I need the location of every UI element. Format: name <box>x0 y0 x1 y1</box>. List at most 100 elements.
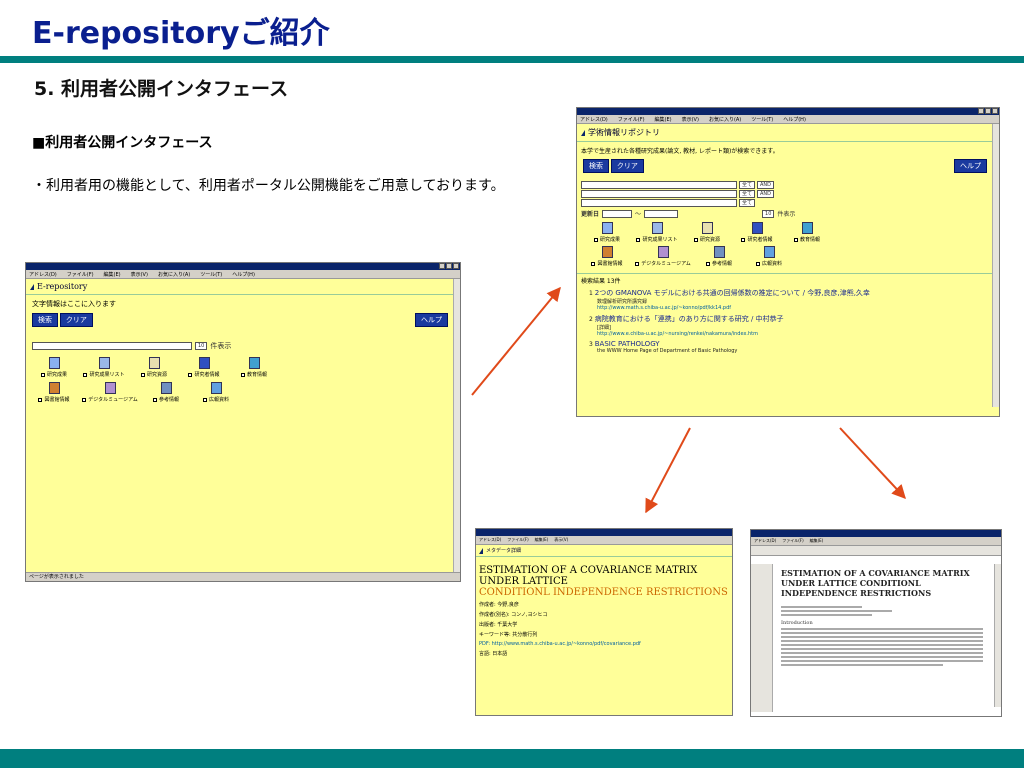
category-reference-info[interactable]: 参考情報 <box>144 382 188 403</box>
category-pr-materials[interactable]: 広報資料 <box>747 246 791 267</box>
category-reference-info[interactable]: 参考情報 <box>697 246 741 267</box>
scrollbar[interactable] <box>992 124 999 407</box>
menu-favorites[interactable]: お気に入り(A) <box>158 271 190 278</box>
result-title-link[interactable]: BASIC PATHOLOGY <box>595 340 660 348</box>
checkbox[interactable] <box>705 261 710 266</box>
operator-select-2[interactable]: AND <box>757 190 775 198</box>
category-pr-materials[interactable]: 広報資料 <box>194 382 238 403</box>
checkbox[interactable] <box>38 397 43 402</box>
checkbox[interactable] <box>741 237 746 242</box>
menu-view[interactable]: 表示(V) <box>554 537 568 543</box>
pdf-tool-strip[interactable] <box>751 546 1001 556</box>
date-from-input[interactable] <box>602 209 633 218</box>
menu-help[interactable]: ヘルプ(H) <box>232 271 255 278</box>
field-select-1[interactable]: 全て <box>739 181 756 189</box>
search-button[interactable]: 検索 <box>32 313 58 327</box>
result-item[interactable]: 1 2つの GMANOVA モデルにおける共通の回帰係数の推定について / 今野… <box>581 288 995 311</box>
checkbox[interactable] <box>636 237 641 242</box>
category-digital-museum[interactable]: デジタルミュージアム <box>635 246 691 267</box>
scrollbar[interactable] <box>453 279 460 572</box>
checkbox[interactable] <box>40 372 45 377</box>
maximize-icon[interactable] <box>446 263 452 269</box>
minimize-icon[interactable] <box>978 108 984 114</box>
menu-address[interactable]: アドレス(D) <box>29 271 57 278</box>
help-button[interactable]: ヘルプ <box>954 159 987 173</box>
menu-file[interactable]: ファイル(F) <box>67 271 94 278</box>
category-research-results[interactable]: 研究成果 <box>585 222 629 243</box>
category-education-info[interactable]: 教育情報 <box>785 222 829 243</box>
menu-file[interactable]: ファイル(F) <box>782 538 803 544</box>
operator-select-1[interactable]: AND <box>757 181 775 189</box>
menu-edit[interactable]: 編集(E) <box>810 538 824 544</box>
close-icon[interactable] <box>453 263 459 269</box>
scrollbar[interactable] <box>994 564 1001 707</box>
field-select-3[interactable]: 全て <box>739 199 756 207</box>
result-url[interactable]: http://www.e.chiba-u.ac.jp/~nursing/renk… <box>589 331 995 337</box>
result-title-link[interactable]: 病院教育における「連携」のあり方に関する研究 / 中村恭子 <box>595 315 784 323</box>
menu-edit[interactable]: 編集(E) <box>535 537 549 543</box>
category-results-list[interactable]: 研究成果リスト <box>82 357 126 378</box>
menu-file[interactable]: ファイル(F) <box>507 537 528 543</box>
menu-view[interactable]: 表示(V) <box>131 271 148 278</box>
category-digital-museum[interactable]: デジタルミュージアム <box>82 382 138 403</box>
menu-edit[interactable]: 編集(E) <box>104 271 121 278</box>
category-library-info[interactable]: 図書館情報 <box>32 382 76 403</box>
result-item[interactable]: 2 病院教育における「連携」のあり方に関する研究 / 中村恭子 [詳細] htt… <box>581 314 995 337</box>
menu-favorites[interactable]: お気に入り(A) <box>709 116 741 123</box>
arrow-to-pdf <box>839 427 906 500</box>
category-research-resources[interactable]: 研究資源 <box>132 357 176 378</box>
section-heading: ■利用者公開インタフェース <box>32 135 213 151</box>
menu-file[interactable]: ファイル(F) <box>618 116 645 123</box>
checkbox[interactable] <box>152 397 157 402</box>
checkbox[interactable] <box>591 261 596 266</box>
search-button[interactable]: 検索 <box>583 159 609 173</box>
clear-button[interactable]: クリア <box>59 313 93 327</box>
menu-address[interactable]: アドレス(D) <box>754 538 776 544</box>
field-select-2[interactable]: 全て <box>739 190 756 198</box>
checkbox[interactable] <box>755 261 760 266</box>
menu-help[interactable]: ヘルプ(H) <box>783 116 806 123</box>
pdf-side-panel[interactable] <box>751 564 773 712</box>
keyword-input-1[interactable] <box>581 181 737 189</box>
detail-row[interactable]: PDF: http://www.math.s.chiba-u.ac.jp/~ko… <box>476 638 732 647</box>
checkbox[interactable] <box>82 397 87 402</box>
checkbox[interactable] <box>635 261 640 266</box>
date-to-input[interactable] <box>644 209 679 218</box>
category-library-info[interactable]: 図書館情報 <box>585 246 629 267</box>
menu-tools[interactable]: ツール(T) <box>200 271 222 278</box>
category-researcher-info[interactable]: 研究者情報 <box>182 357 226 378</box>
checkbox[interactable] <box>188 372 193 377</box>
checkbox[interactable] <box>202 397 207 402</box>
count-select[interactable]: 10 <box>195 342 208 350</box>
category-research-resources[interactable]: 研究資源 <box>685 222 729 243</box>
result-title-link[interactable]: 2つの GMANOVA モデルにおける共通の回帰係数の推定について / 今野,良… <box>595 289 870 297</box>
category-label: 参考情報 <box>711 261 732 267</box>
minimize-icon[interactable] <box>439 263 445 269</box>
maximize-icon[interactable] <box>985 108 991 114</box>
clear-button[interactable]: クリア <box>610 159 644 173</box>
help-button[interactable]: ヘルプ <box>415 313 448 327</box>
checkbox[interactable] <box>83 372 88 377</box>
count-select[interactable]: 10 <box>762 209 775 218</box>
menu-edit[interactable]: 編集(E) <box>655 116 672 123</box>
menu-address[interactable]: アドレス(D) <box>479 537 501 543</box>
menu-view[interactable]: 表示(V) <box>682 116 699 123</box>
keyword-input-3[interactable] <box>581 199 737 207</box>
checkbox[interactable] <box>793 237 798 242</box>
checkbox[interactable] <box>593 237 598 242</box>
category-results-list[interactable]: 研究成果リスト <box>635 222 679 243</box>
search-input[interactable] <box>32 342 192 350</box>
result-url[interactable]: http://www.math.s.chiba-u.ac.jp/~konno/p… <box>589 305 995 311</box>
checkbox[interactable] <box>240 372 245 377</box>
checkbox[interactable] <box>140 372 145 377</box>
menu-address[interactable]: アドレス(D) <box>580 116 608 123</box>
category-research-results[interactable]: 研究成果 <box>32 357 76 378</box>
checkbox[interactable] <box>693 237 698 242</box>
category-researcher-info[interactable]: 研究者情報 <box>735 222 779 243</box>
results-section: 検索結果 13件 1 2つの GMANOVA モデルにおける共通の回帰係数の推定… <box>577 273 999 356</box>
result-item[interactable]: 3 BASIC PATHOLOGY the WWW Home Page of D… <box>581 340 995 354</box>
category-education-info[interactable]: 教育情報 <box>232 357 276 378</box>
menu-tools[interactable]: ツール(T) <box>751 116 773 123</box>
keyword-input-2[interactable] <box>581 190 737 198</box>
close-icon[interactable] <box>992 108 998 114</box>
